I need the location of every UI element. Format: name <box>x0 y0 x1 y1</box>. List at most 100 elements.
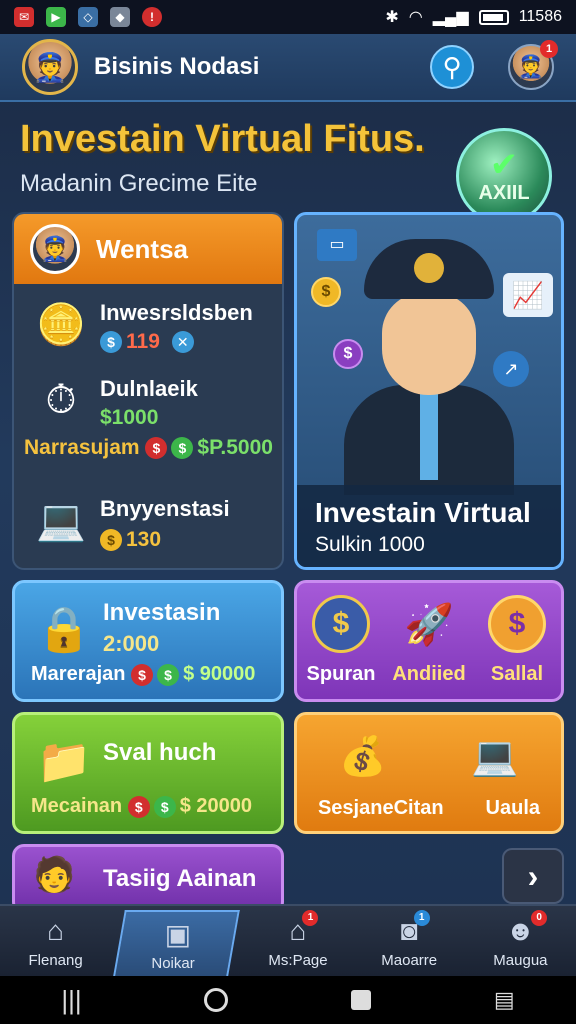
camera-icon: ◙ 1 <box>401 909 430 948</box>
coin-icon: $ <box>100 331 122 354</box>
signal-icon: ▂▄▆ <box>432 9 469 26</box>
tasiig-aainan-title: Tasiig Aainan <box>103 865 257 892</box>
dollar-purple-icon: $ <box>333 339 363 369</box>
search-icon: ⚲ <box>442 51 462 82</box>
marerajan-row: Marerajan $ $ $ 90000 <box>31 663 255 686</box>
sesjanecitan-link[interactable]: SesjaneCitan <box>318 797 444 820</box>
dollar-green-icon: $ <box>171 437 194 460</box>
dollar-green-icon: $ <box>157 663 180 686</box>
list-item-value: $1000 <box>100 406 159 429</box>
search-button[interactable]: ⚲ <box>430 45 474 89</box>
investain-virtual-card[interactable]: $ $ 📈 ↗ ▭ Investain Virtual Sulkin 1000 <box>294 212 564 570</box>
nav-badge: 1 <box>413 909 430 926</box>
bellhop-icon: 🧑 <box>33 856 76 894</box>
nav-badge: 0 <box>531 909 548 926</box>
dollar-green-icon: $ <box>153 795 176 818</box>
sallal-label: Sallal <box>490 663 544 685</box>
wifi-icon: ◠ <box>408 9 423 26</box>
coin-stack-icon: 🪙 <box>36 302 86 347</box>
monitor-icon: ▭ <box>317 229 357 261</box>
hero-title: Investain Virtual Fitus. <box>20 118 425 160</box>
battery-icon <box>478 9 509 25</box>
feature-title: Investain Virtual <box>315 497 531 528</box>
bluetooth-icon: ✱ <box>385 9 399 26</box>
sval-huch-title: Sval huch <box>103 739 217 766</box>
wentsa-panel-header[interactable]: 👮 Wentsa <box>14 214 282 284</box>
nav-item-mspage[interactable]: ⌂ 1 Ms:Page <box>242 906 353 976</box>
nav-item-noikar[interactable]: ▣ Noikar <box>113 910 241 976</box>
profile-badge: 1 <box>540 40 558 58</box>
recents-button[interactable]: ||| <box>61 985 81 1016</box>
list-item-label: Inwesrsldsben <box>100 300 253 325</box>
rocket-icon: 🚀 <box>404 602 454 647</box>
clock: 11586 <box>518 8 562 25</box>
hero-check-badge[interactable]: ✔ AXIIL <box>456 128 552 224</box>
home-button[interactable] <box>204 988 229 1012</box>
list-item-value-wrap: $119 ✕ <box>100 330 198 354</box>
purple-shortcuts-card: $ Spuran 🚀 Andiied $ Sallal <box>294 580 564 702</box>
overview-button[interactable] <box>351 990 372 1010</box>
wentsa-panel: 👮 Wentsa 🪙 Inwesrsldsben $119 ✕ ⏱ Dulnla… <box>12 212 284 570</box>
nav-item-maoarre[interactable]: ◙ 1 Maoarre <box>354 906 465 976</box>
officer-avatar-icon: 👮 <box>30 224 80 274</box>
investain-virtual-footer: Investain Virtual Sulkin 1000 <box>297 485 561 567</box>
next-button[interactable]: › <box>502 848 564 904</box>
investasin-value: 2:000 <box>103 631 160 656</box>
clipboard-icon[interactable]: ▤ <box>494 987 515 1013</box>
nav-label: Maugua <box>493 951 548 969</box>
list-item[interactable]: ⏱ Dulnlaeik $1000 <box>14 368 282 434</box>
nav-label: Noikar <box>151 954 195 972</box>
app-title: Bisinis Nodasi <box>94 53 260 80</box>
coins-stack-icon[interactable]: 💰 <box>339 735 386 779</box>
alert-icon: ! <box>142 7 162 27</box>
andiied-shortcut[interactable]: 🚀 Andiied <box>385 583 473 699</box>
andiied-label: Andiied <box>392 663 466 685</box>
portrait-icon: ▣ <box>165 918 192 949</box>
narrasujam-label: Narrasujam <box>24 436 140 459</box>
investasin-card[interactable]: 🔒 Investasin 2:000 Marerajan $ $ $ 90000 <box>12 580 284 702</box>
shield-icon: ◇ <box>78 7 98 27</box>
narrasujam-value: $P.5000 <box>197 436 273 459</box>
nav-item-maugua[interactable]: ☻ 0 Maugua <box>465 906 576 976</box>
investasin-title: Investasin <box>103 599 221 626</box>
orange-shortcuts-card: 💰 💻 SesjaneCitan Uaula <box>294 712 564 834</box>
list-item-value: 130 <box>126 528 162 551</box>
clock-icon: ⏱ <box>45 377 77 422</box>
app-logo-avatar[interactable]: 👮 <box>22 39 78 95</box>
folder-document-icon: 📁 <box>36 737 92 786</box>
tool-icon: ✕ <box>171 331 194 354</box>
bottom-navigation: ⌂ Flenang ▣ Noikar ⌂ 1 Ms:Page ◙ 1 Maoarre… <box>0 904 576 976</box>
nav-label: Maoarre <box>381 951 438 969</box>
status-bar: ✉ ▶ ◇ ◆ ! ✱ ◠ ▂▄▆ 11586 <box>0 0 576 34</box>
safe-icon: 🔒 <box>36 605 92 654</box>
mecainan-label: Mecainan <box>31 795 123 817</box>
chevron-right-icon: › <box>527 857 539 894</box>
nav-item-flenang[interactable]: ⌂ Flenang <box>0 906 111 976</box>
profile-button[interactable]: 👮 1 <box>508 40 558 90</box>
marerajan-label: Marerajan <box>31 663 126 685</box>
dollar-compass-icon: $ <box>312 595 370 653</box>
chart-icon: 📈 <box>503 273 553 317</box>
nav-label: Flenang <box>28 951 83 969</box>
narrasujam-row: Narrasujam $ $ $P.5000 <box>24 436 273 460</box>
sallal-shortcut[interactable]: $ Sallal <box>473 583 561 699</box>
officer-illustration <box>344 235 514 495</box>
house-icon: ⌂ 1 <box>290 909 319 948</box>
marerajan-value: $ 90000 <box>183 663 256 685</box>
trend-icon: ↗ <box>493 351 529 387</box>
spuran-shortcut[interactable]: $ Spuran <box>297 583 385 699</box>
list-item[interactable]: 🪙 Inwesrsldsben $119 ✕ <box>14 294 282 360</box>
sval-huch-card[interactable]: 📁 Sval huch Mecainan $ $ $ 20000 <box>12 712 284 834</box>
app-header: 👮 Bisinis Nodasi ⚲ 👮 1 <box>0 34 576 102</box>
security-icon: ◆ <box>110 7 130 27</box>
gear-dollar-icon: $ <box>488 595 546 653</box>
list-item[interactable]: 💻 Bnyyenstasi $130 <box>14 486 282 556</box>
uaula-link[interactable]: Uaula <box>486 797 540 820</box>
user-icon: ☻ 0 <box>506 909 548 948</box>
list-item-label: Bnyyenstasi <box>100 496 230 521</box>
profile-avatar-icon: 👮 <box>517 54 545 79</box>
laptop-icon: 💻 <box>36 498 86 543</box>
mecainan-row: Mecainan $ $ $ 20000 <box>31 795 252 818</box>
dollar-red-icon: $ <box>127 795 150 818</box>
laptop-coin-icon[interactable]: 💻 <box>471 735 518 779</box>
